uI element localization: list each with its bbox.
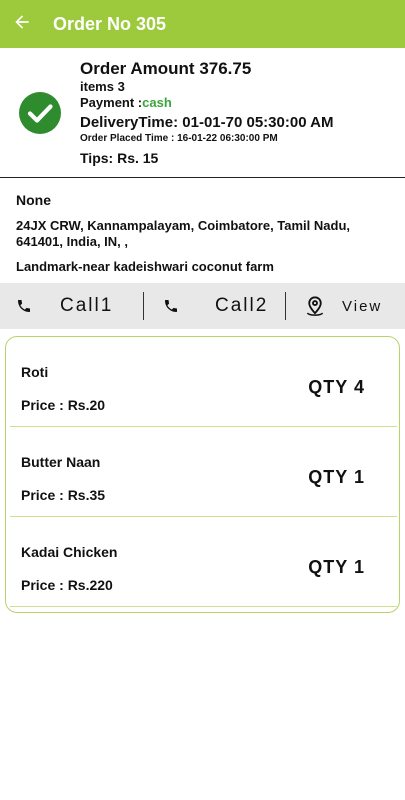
order-placed-time: Order Placed Time : 16-01-22 06:30:00 PM (80, 133, 278, 144)
app-bar: Order No 305 (0, 0, 405, 48)
call2-label: Call2 (215, 295, 269, 316)
map-pin-icon (304, 295, 326, 317)
item-qty: QTY 1 (308, 467, 365, 487)
item-price: Price : Rs.35 (21, 487, 106, 503)
list-item: Butter Naan Price : Rs.35 QTY 1 (10, 427, 397, 517)
item-name: Kadai Chicken (21, 544, 118, 560)
item-price: Price : Rs.220 (21, 577, 113, 593)
customer-address-block: None 24JX CRW, Kannampalayam, Coimbatore… (16, 191, 391, 275)
list-item: Kadai Chicken Price : Rs.220 QTY 1 (10, 517, 397, 607)
check-circle-icon (19, 92, 61, 134)
payment-value: cash (142, 95, 172, 110)
order-summary: Order Amount 376.75 items 3 Payment :cas… (0, 48, 405, 178)
row-divider (10, 606, 397, 607)
item-name: Butter Naan (21, 454, 101, 470)
order-amount: Order Amount 376.75 (80, 59, 252, 78)
action-bar: Call1 Call2 View (0, 283, 405, 329)
call1-label: Call1 (60, 295, 114, 316)
phone-icon (16, 298, 32, 314)
back-arrow-icon (12, 12, 32, 37)
payment-info: Payment :cash (80, 95, 333, 111)
phone-icon (163, 298, 179, 314)
view-button[interactable]: View (286, 283, 404, 329)
item-name: Roti (21, 364, 49, 380)
tips-amount: Tips: Rs. 15 (80, 150, 159, 166)
item-price: Price : Rs.20 (21, 397, 106, 413)
page-title: Order No 305 (53, 13, 167, 34)
list-item: Roti Price : Rs.20 QTY 4 (10, 337, 397, 427)
customer-name: None (16, 192, 51, 208)
delivery-address: 24JX CRW, Kannampalayam, Coimbatore, Tam… (16, 218, 351, 249)
landmark: Landmark-near kadeishwari coconut farm (16, 259, 274, 274)
item-qty: QTY 1 (308, 557, 365, 577)
call2-button[interactable]: Call2 (144, 283, 285, 329)
payment-label: Payment : (80, 95, 143, 110)
back-button[interactable] (0, 0, 44, 48)
item-qty: QTY 4 (308, 377, 365, 397)
call1-button[interactable]: Call1 (0, 283, 143, 329)
delivery-time: DeliveryTime: 01-01-70 05:30:00 AM (80, 114, 334, 131)
order-items-card: Roti Price : Rs.20 QTY 4 Butter Naan Pri… (5, 336, 400, 613)
view-label: View (342, 297, 383, 315)
items-count: items 3 (80, 79, 125, 94)
